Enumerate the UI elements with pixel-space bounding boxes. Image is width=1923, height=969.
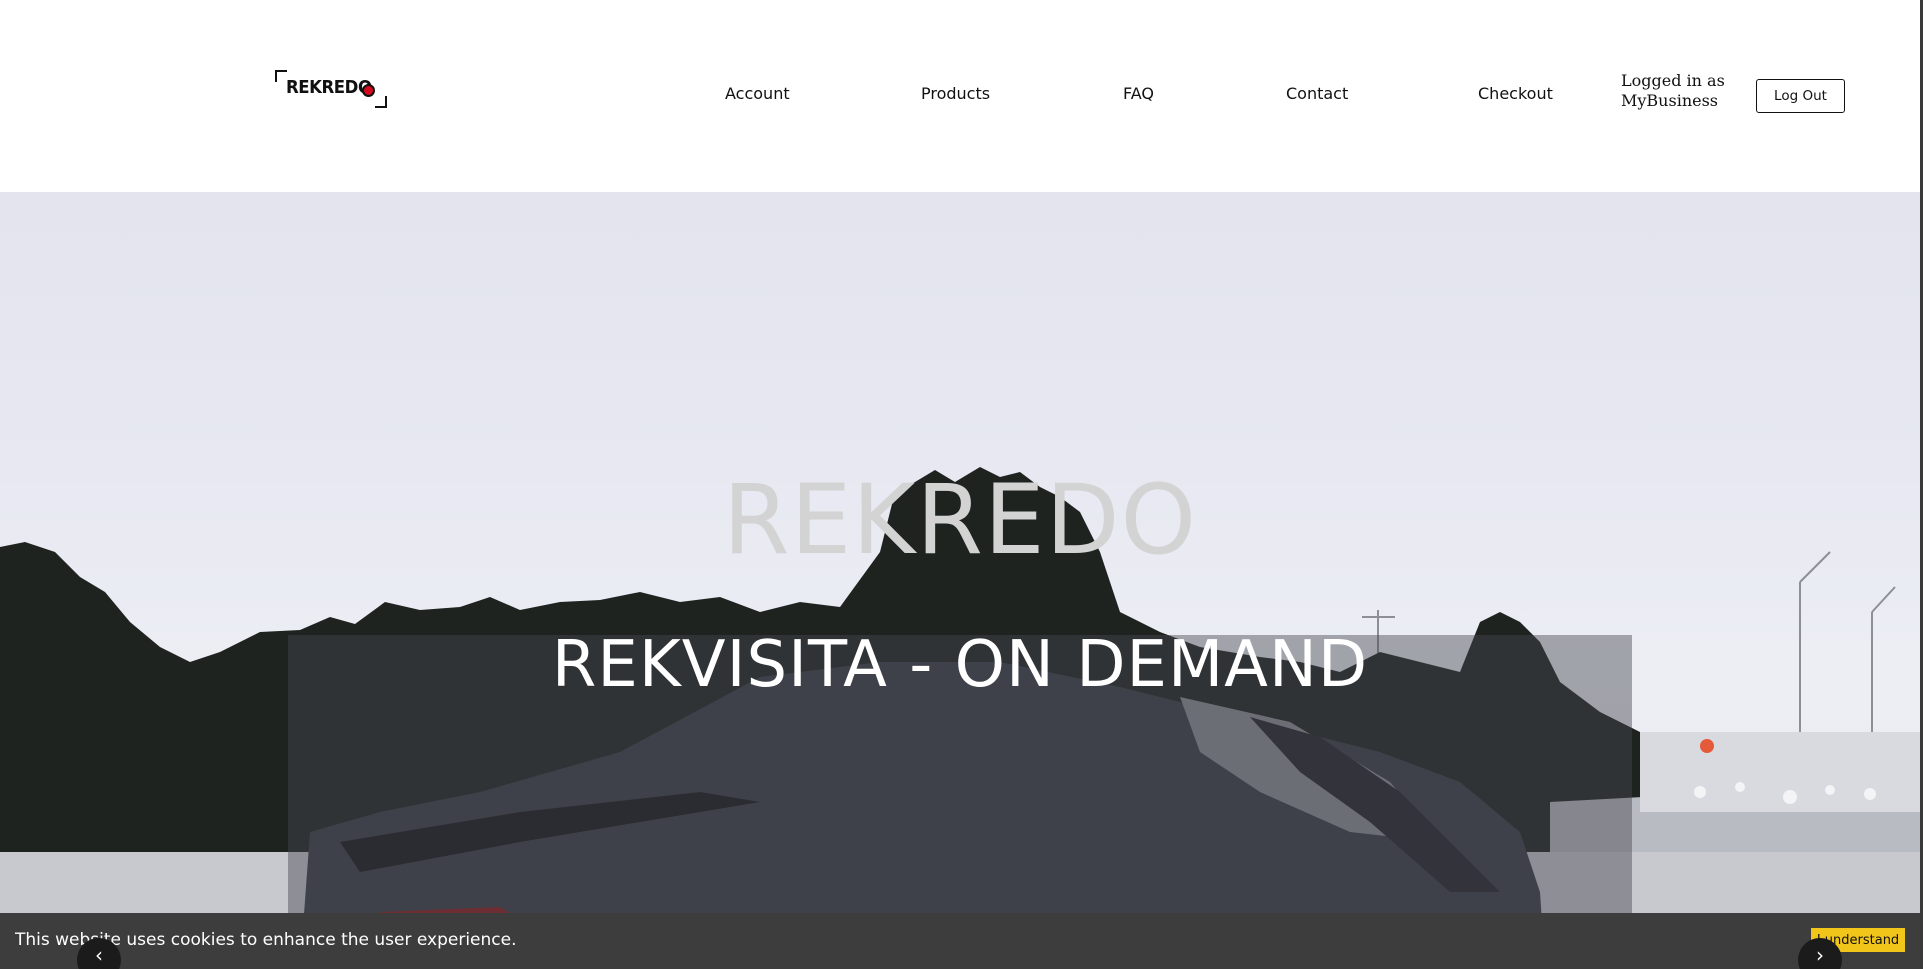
nav-products-link[interactable]: Products [921,84,990,103]
nav-account-link[interactable]: Account [725,84,790,103]
logo-text: REKREDO [286,77,372,98]
hero-subtitle: REKVISITA - ON DEMAND [551,628,1369,702]
hero-banner [0,192,1920,969]
chevron-right-icon: › [1816,943,1824,967]
cookie-consent-bar: This website uses cookies to enhance the… [0,913,1920,969]
nav-contact-link[interactable]: Contact [1286,84,1348,103]
hero-title: REKREDO [722,464,1198,576]
log-out-button[interactable]: Log Out [1756,79,1845,113]
logged-in-status: Logged in as MyBusiness [1621,71,1725,110]
logo-corner-bottom-right [375,96,387,108]
rekredo-logo[interactable]: REKREDO [275,70,387,108]
nav-faq-link[interactable]: FAQ [1123,84,1154,103]
chevron-left-icon: ‹ [95,943,103,967]
slider-prev-button[interactable]: ‹ [77,938,121,969]
site-header: REKREDO Account Products FAQ Contact Che… [0,0,1923,192]
slider-next-button[interactable]: › [1798,938,1842,969]
logo-dot-icon [362,84,375,97]
nav-checkout-link[interactable]: Checkout [1478,84,1553,103]
